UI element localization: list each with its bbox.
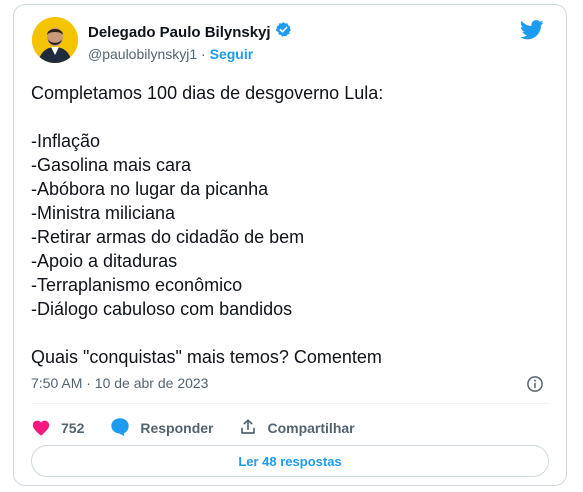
verified-badge-icon xyxy=(275,21,292,43)
avatar[interactable] xyxy=(32,17,78,63)
separator: · xyxy=(197,46,210,62)
share-button[interactable]: Compartilhar xyxy=(239,418,355,439)
reply-button[interactable]: Responder xyxy=(110,417,213,439)
heart-icon xyxy=(31,418,61,439)
read-replies-button[interactable]: Ler 48 respostas xyxy=(31,445,549,477)
share-label: Compartilhar xyxy=(267,420,355,436)
info-icon[interactable] xyxy=(526,375,544,398)
author-name[interactable]: Delegado Paulo Bilynskyj xyxy=(88,24,271,41)
author-handle[interactable]: @paulobilynskyj1 xyxy=(88,46,197,62)
divider xyxy=(31,403,549,404)
share-icon xyxy=(239,418,267,439)
reply-bubble-icon xyxy=(110,417,140,439)
tweet-timestamp[interactable]: 7:50 AM · 10 de abr de 2023 xyxy=(31,375,208,391)
reply-label: Responder xyxy=(140,420,214,436)
author-block: Delegado Paulo Bilynskyj @paulobilynskyj… xyxy=(88,21,292,62)
like-count: 752 xyxy=(61,420,85,436)
tweet-card: Delegado Paulo Bilynskyj @paulobilynskyj… xyxy=(13,4,567,486)
follow-link[interactable]: Seguir xyxy=(210,46,254,62)
twitter-bird-icon[interactable] xyxy=(519,20,544,45)
action-bar: 752 Responder Compartilhar xyxy=(31,417,381,439)
like-button[interactable]: 752 xyxy=(31,418,84,439)
tweet-text: Completamos 100 dias de desgoverno Lula:… xyxy=(31,83,384,367)
